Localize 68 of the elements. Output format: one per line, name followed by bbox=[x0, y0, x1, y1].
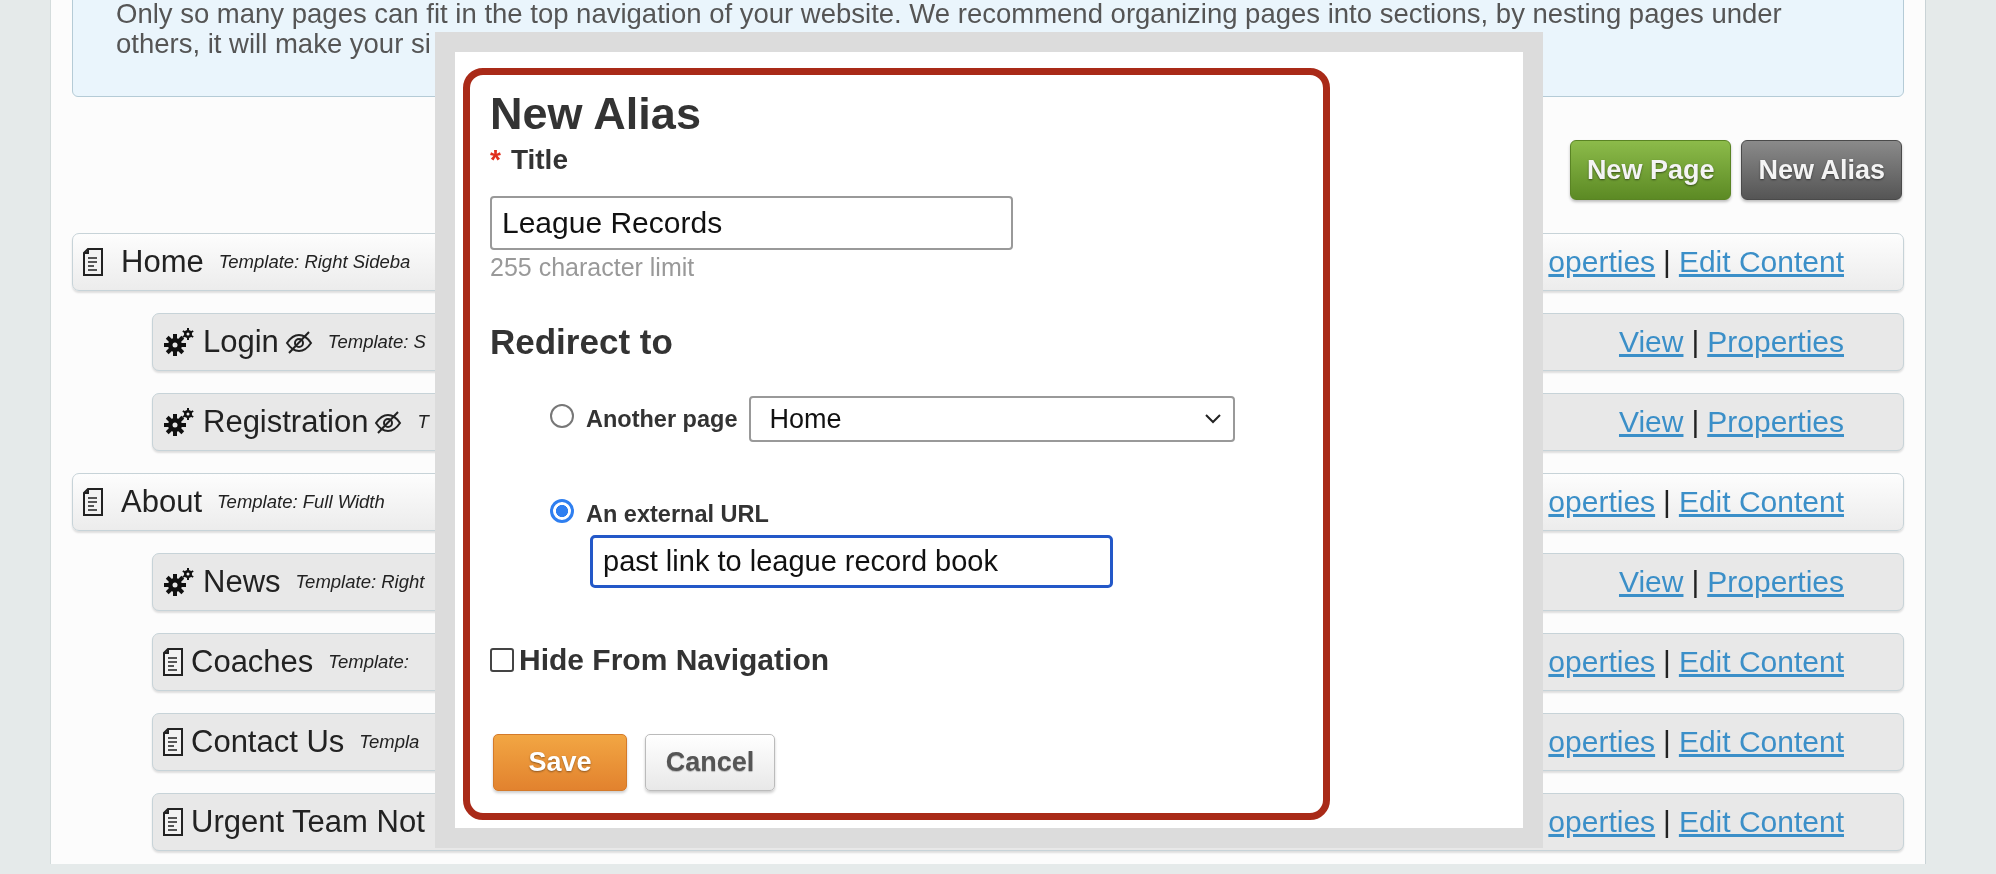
row-link[interactable]: Edit Content bbox=[1678, 805, 1844, 839]
row-link[interactable]: operties bbox=[1548, 805, 1656, 839]
template-label: Template: Right bbox=[295, 571, 425, 593]
field-label: Title bbox=[510, 145, 568, 175]
character-limit-hint: 255 character limit bbox=[490, 253, 696, 281]
radio-button[interactable] bbox=[550, 499, 574, 523]
link-separator: | bbox=[1663, 805, 1671, 839]
required-mark: * bbox=[490, 145, 501, 175]
page-name: About bbox=[121, 484, 202, 520]
document-icon bbox=[83, 488, 103, 516]
row-link[interactable]: View bbox=[1619, 405, 1684, 439]
link-separator: | bbox=[1663, 245, 1671, 279]
page-select[interactable]: Home bbox=[749, 396, 1236, 442]
dialog-title: New Alias bbox=[490, 89, 702, 139]
row-link[interactable]: operties bbox=[1548, 245, 1656, 279]
page-name: Urgent Team Not bbox=[191, 804, 425, 840]
new-page-button[interactable]: New Page bbox=[1569, 140, 1732, 200]
link-separator: | bbox=[1663, 485, 1671, 519]
notice-text: others, it will make your si bbox=[116, 29, 431, 59]
link-separator: | bbox=[1691, 405, 1700, 439]
template-label: Template: Full Width bbox=[217, 491, 385, 513]
url-input[interactable]: past link to league record book bbox=[590, 535, 1113, 588]
template-label: Templa bbox=[359, 731, 420, 753]
document-icon bbox=[163, 808, 183, 836]
template-label: Template: Right Sideba bbox=[218, 251, 411, 273]
title-input[interactable]: League Records bbox=[490, 196, 1013, 250]
template-label: Template: S bbox=[327, 331, 426, 353]
document-icon bbox=[163, 728, 183, 756]
page-name: Contact Us bbox=[191, 724, 345, 760]
link-separator: | bbox=[1663, 725, 1671, 759]
notice-text: Only so many pages can fit in the top navigation of your website. We recommend organizing pages into sections, by nesting pages under bbox=[116, 0, 1782, 29]
new-alias-button[interactable]: New Alias bbox=[1741, 140, 1902, 200]
gears-icon bbox=[163, 407, 195, 437]
page-name: Home bbox=[121, 244, 204, 280]
row-link[interactable]: operties bbox=[1548, 725, 1656, 759]
document-icon bbox=[163, 648, 183, 676]
page-name: Coaches bbox=[191, 644, 314, 680]
row-link[interactable]: Edit Content bbox=[1678, 245, 1844, 279]
checkbox-label: Hide From Navigation bbox=[519, 643, 830, 677]
gears-icon bbox=[163, 327, 195, 357]
document-icon bbox=[83, 248, 103, 276]
page-name: News bbox=[203, 564, 281, 600]
section-heading: Redirect to bbox=[490, 322, 674, 362]
row-link[interactable]: operties bbox=[1548, 645, 1656, 679]
page-name: Login bbox=[203, 324, 279, 360]
row-link[interactable]: View bbox=[1619, 565, 1684, 599]
save-button[interactable]: Save bbox=[493, 734, 627, 791]
row-link[interactable]: Properties bbox=[1707, 405, 1844, 439]
row-link[interactable]: View bbox=[1619, 325, 1684, 359]
row-link[interactable]: Edit Content bbox=[1678, 485, 1844, 519]
link-separator: | bbox=[1691, 325, 1700, 359]
template-label: T bbox=[417, 411, 429, 433]
option-label: Another page bbox=[586, 405, 738, 433]
checkbox[interactable] bbox=[490, 648, 514, 672]
row-link[interactable]: Edit Content bbox=[1678, 645, 1844, 679]
chevron-down-icon bbox=[1205, 414, 1222, 424]
page-name: Registration bbox=[203, 404, 369, 440]
template-label: Template: bbox=[328, 651, 409, 673]
gears-icon bbox=[163, 567, 195, 597]
row-link[interactable]: Properties bbox=[1707, 325, 1844, 359]
link-separator: | bbox=[1691, 565, 1700, 599]
row-link[interactable]: Edit Content bbox=[1678, 725, 1844, 759]
option-label: An external URL bbox=[586, 500, 769, 528]
cancel-button[interactable]: Cancel bbox=[645, 734, 775, 791]
radio-button[interactable] bbox=[550, 404, 574, 428]
row-link[interactable]: Properties bbox=[1707, 565, 1844, 599]
link-separator: | bbox=[1663, 645, 1671, 679]
row-link[interactable]: operties bbox=[1548, 485, 1656, 519]
